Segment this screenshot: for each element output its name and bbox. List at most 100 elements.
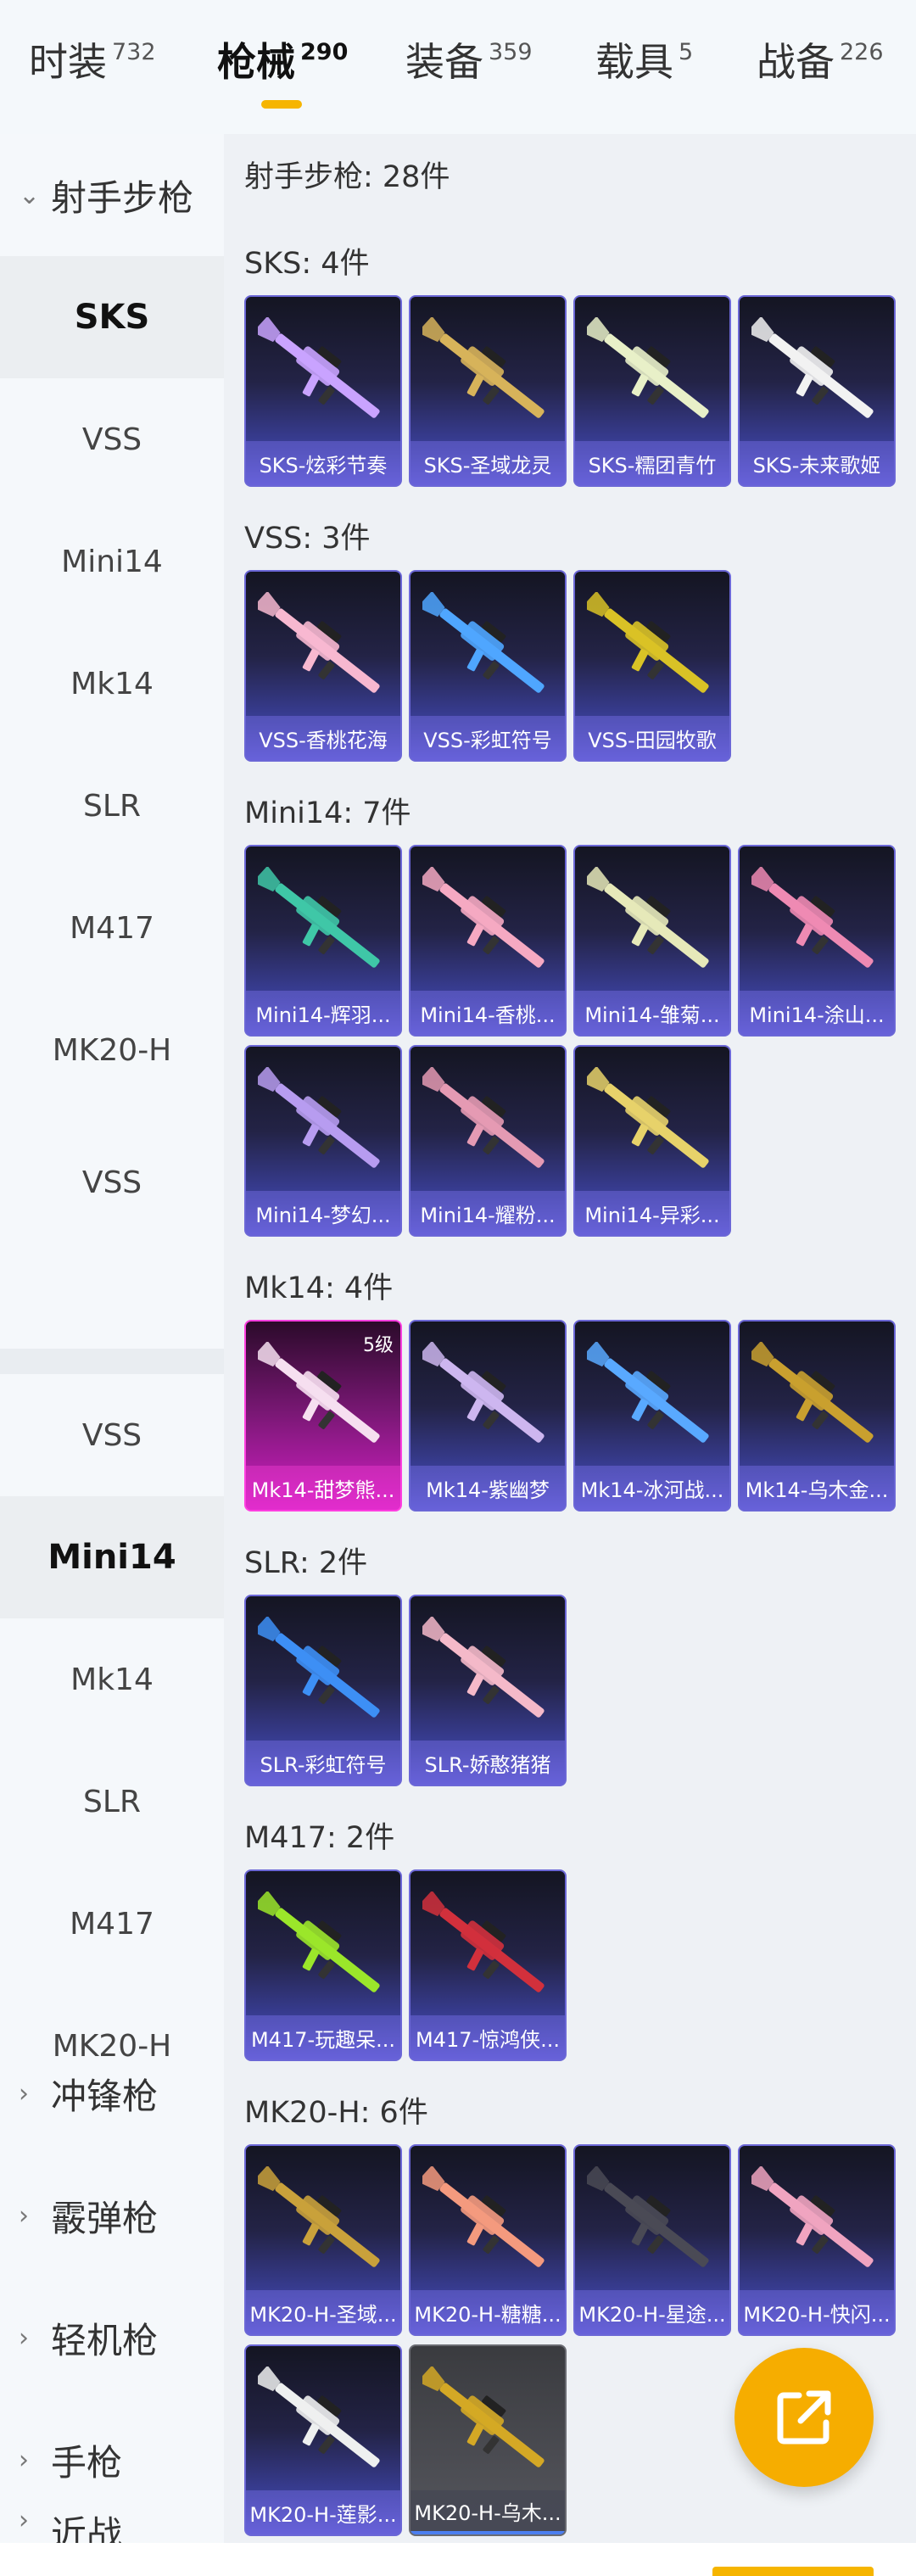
tab-firearms[interactable]: 枪械 290 <box>217 37 348 87</box>
rifle-icon <box>258 2166 380 2267</box>
sidebar-item[interactable]: M417 <box>0 867 224 989</box>
sidebar: ⌄ 射手步枪 SKS VSS Mini14 Mk14 SLR M417 MK20… <box>0 134 224 2543</box>
tab-label: 战备 <box>757 39 835 85</box>
skin-name: VSS-香桃花海 <box>246 716 400 760</box>
skin-card[interactable]: Mini14-涂山... <box>738 845 896 1037</box>
sidebar-category-label: 手枪 <box>51 2441 123 2484</box>
skin-name: MK20-H-快闪... <box>740 2290 894 2334</box>
skin-name: MK20-H-莲影... <box>246 2490 400 2534</box>
rifle-icon <box>422 1891 545 1992</box>
sidebar-category-shotgun[interactable]: › 霰弹枪 <box>0 2154 224 2277</box>
sidebar-item[interactable]: Mk14 <box>0 1618 224 1741</box>
tab-fashion[interactable]: 时装 732 <box>29 37 156 87</box>
skin-card[interactable]: Mk14-乌木金... <box>738 1320 896 1512</box>
skin-name: Mini14-雏菊... <box>575 991 729 1035</box>
sidebar-category-label: 近战 <box>51 2513 123 2543</box>
tab-vehicles[interactable]: 载具 5 <box>595 37 693 87</box>
section-title: SLR: 2件 <box>244 1546 368 1580</box>
sidebar-item[interactable]: VSS <box>0 378 224 500</box>
skin-name: MK20-H-星途... <box>575 2290 729 2334</box>
sidebar-category-label: 霰弹枪 <box>51 2197 159 2239</box>
skin-name: M417-惊鸿侠... <box>411 2015 565 2059</box>
skin-name: Mini14-涂山... <box>740 991 894 1035</box>
sidebar-category-melee[interactable]: › 近战 <box>0 2506 224 2543</box>
skin-card[interactable]: MK20-H-圣域... <box>244 2144 402 2336</box>
skin-card[interactable]: MK20-H-糖糖... <box>409 2144 567 2336</box>
sidebar-category-lmg[interactable]: › 轻机枪 <box>0 2277 224 2399</box>
skin-card[interactable]: VSS-田园牧歌 <box>573 570 731 762</box>
sidebar-item[interactable]: M417 <box>0 1863 224 1985</box>
skin-name: Mk14-冰河战... <box>575 1466 729 1510</box>
skin-card[interactable]: Mini14-耀粉... <box>409 1045 567 1237</box>
skin-card[interactable]: Mini14-香桃... <box>409 845 567 1037</box>
sidebar-item[interactable]: SKS <box>0 256 224 378</box>
section-title: Mk14: 4件 <box>244 1271 394 1305</box>
list-header: 射手步枪: 28件 <box>244 160 450 194</box>
skin-name: Mk14-乌木金... <box>740 1466 894 1510</box>
skin-name: Mini14-香桃... <box>411 991 565 1035</box>
skin-card[interactable]: Mini14-异彩... <box>573 1045 731 1237</box>
skin-card[interactable]: VSS-香桃花海 <box>244 570 402 762</box>
rifle-icon <box>422 1067 545 1168</box>
skin-name: Mini14-梦幻... <box>246 1191 400 1235</box>
skin-card[interactable]: MK20-H-乌木... <box>409 2344 567 2536</box>
skin-card[interactable]: SKS-糯团青竹 <box>573 295 731 487</box>
section-title: VSS: 3件 <box>244 522 371 556</box>
skin-card[interactable]: SKS-炫彩节奏 <box>244 295 402 487</box>
sidebar-item[interactable]: Mk14 <box>0 623 224 745</box>
skin-card[interactable]: Mini14-梦幻... <box>244 1045 402 1237</box>
skin-name: VSS-彩虹符号 <box>411 716 565 760</box>
sidebar-category-pistol[interactable]: › 手枪 <box>0 2399 224 2521</box>
share-button[interactable] <box>734 2348 874 2487</box>
skin-card[interactable]: Mini14-辉羽... <box>244 845 402 1037</box>
skin-card[interactable]: 5级 Mk14-甜梦熊... <box>244 1320 402 1512</box>
skin-name: MK20-H-圣域... <box>246 2290 400 2334</box>
skin-card[interactable]: MK20-H-星途... <box>573 2144 731 2336</box>
sidebar-item[interactable]: VSS <box>0 1374 224 1496</box>
tab-supplies[interactable]: 战备 226 <box>757 37 884 87</box>
rifle-icon <box>258 1617 380 1718</box>
chevron-right-icon: › <box>19 2322 29 2353</box>
sidebar-category-label: 轻机枪 <box>51 2319 159 2361</box>
rifle-icon <box>587 592 709 693</box>
skin-card[interactable]: Mk14-冰河战... <box>573 1320 731 1512</box>
skin-card[interactable]: SKS-未来歌姬 <box>738 295 896 487</box>
rifle-icon <box>751 1342 874 1443</box>
sidebar-item[interactable]: SLR <box>0 745 224 867</box>
chevron-right-icon: › <box>19 2445 29 2475</box>
skin-name: SKS-未来歌姬 <box>740 441 894 485</box>
skin-card[interactable]: MK20-H-快闪... <box>738 2144 896 2336</box>
skin-name: Mk14-甜梦熊... <box>246 1466 400 1510</box>
sidebar-item[interactable]: SLR <box>0 1741 224 1863</box>
sidebar-item[interactable]: Mini14 <box>0 500 224 623</box>
skin-name: SKS-糯团青竹 <box>575 441 729 485</box>
skin-card[interactable]: Mk14-紫幽梦 <box>409 1320 567 1512</box>
skin-name: SLR-彩虹符号 <box>246 1741 400 1785</box>
sidebar-category-smg[interactable]: › 冲锋枪 <box>0 2032 224 2154</box>
skin-card[interactable]: VSS-彩虹符号 <box>409 570 567 762</box>
skin-card[interactable]: M417-玩趣呆... <box>244 1869 402 2061</box>
tab-count: 359 <box>489 39 533 65</box>
sidebar-category-marksman[interactable]: ⌄ 射手步枪 <box>0 134 224 256</box>
share-export-icon <box>777 2390 831 2445</box>
skin-card[interactable]: SKS-圣域龙灵 <box>409 295 567 487</box>
rifle-icon <box>587 317 709 418</box>
sidebar-item[interactable]: MK20-H <box>0 989 224 1111</box>
rifle-icon <box>422 2166 545 2267</box>
skin-card[interactable]: SLR-娇憨猪猪 <box>409 1595 567 1786</box>
rifle-icon <box>258 592 380 693</box>
tab-label: 装备 <box>405 39 483 85</box>
skin-card[interactable]: SLR-彩虹符号 <box>244 1595 402 1786</box>
tab-equipment[interactable]: 装备 359 <box>405 37 533 87</box>
level-badge: 5级 <box>363 1335 394 1356</box>
skin-name: SKS-炫彩节奏 <box>246 441 400 485</box>
skin-card[interactable]: MK20-H-莲影... <box>244 2344 402 2536</box>
chevron-right-icon: › <box>19 2078 29 2109</box>
tab-label: 枪械 <box>217 39 295 85</box>
skin-card[interactable]: M417-惊鸿侠... <box>409 1869 567 2061</box>
skin-card[interactable]: Mini14-雏菊... <box>573 845 731 1037</box>
sidebar-item[interactable]: Mini14 <box>0 1496 224 1618</box>
sidebar-item[interactable]: VSS <box>0 1121 224 1243</box>
rifle-icon <box>587 2166 709 2267</box>
tab-count: 290 <box>300 39 349 65</box>
